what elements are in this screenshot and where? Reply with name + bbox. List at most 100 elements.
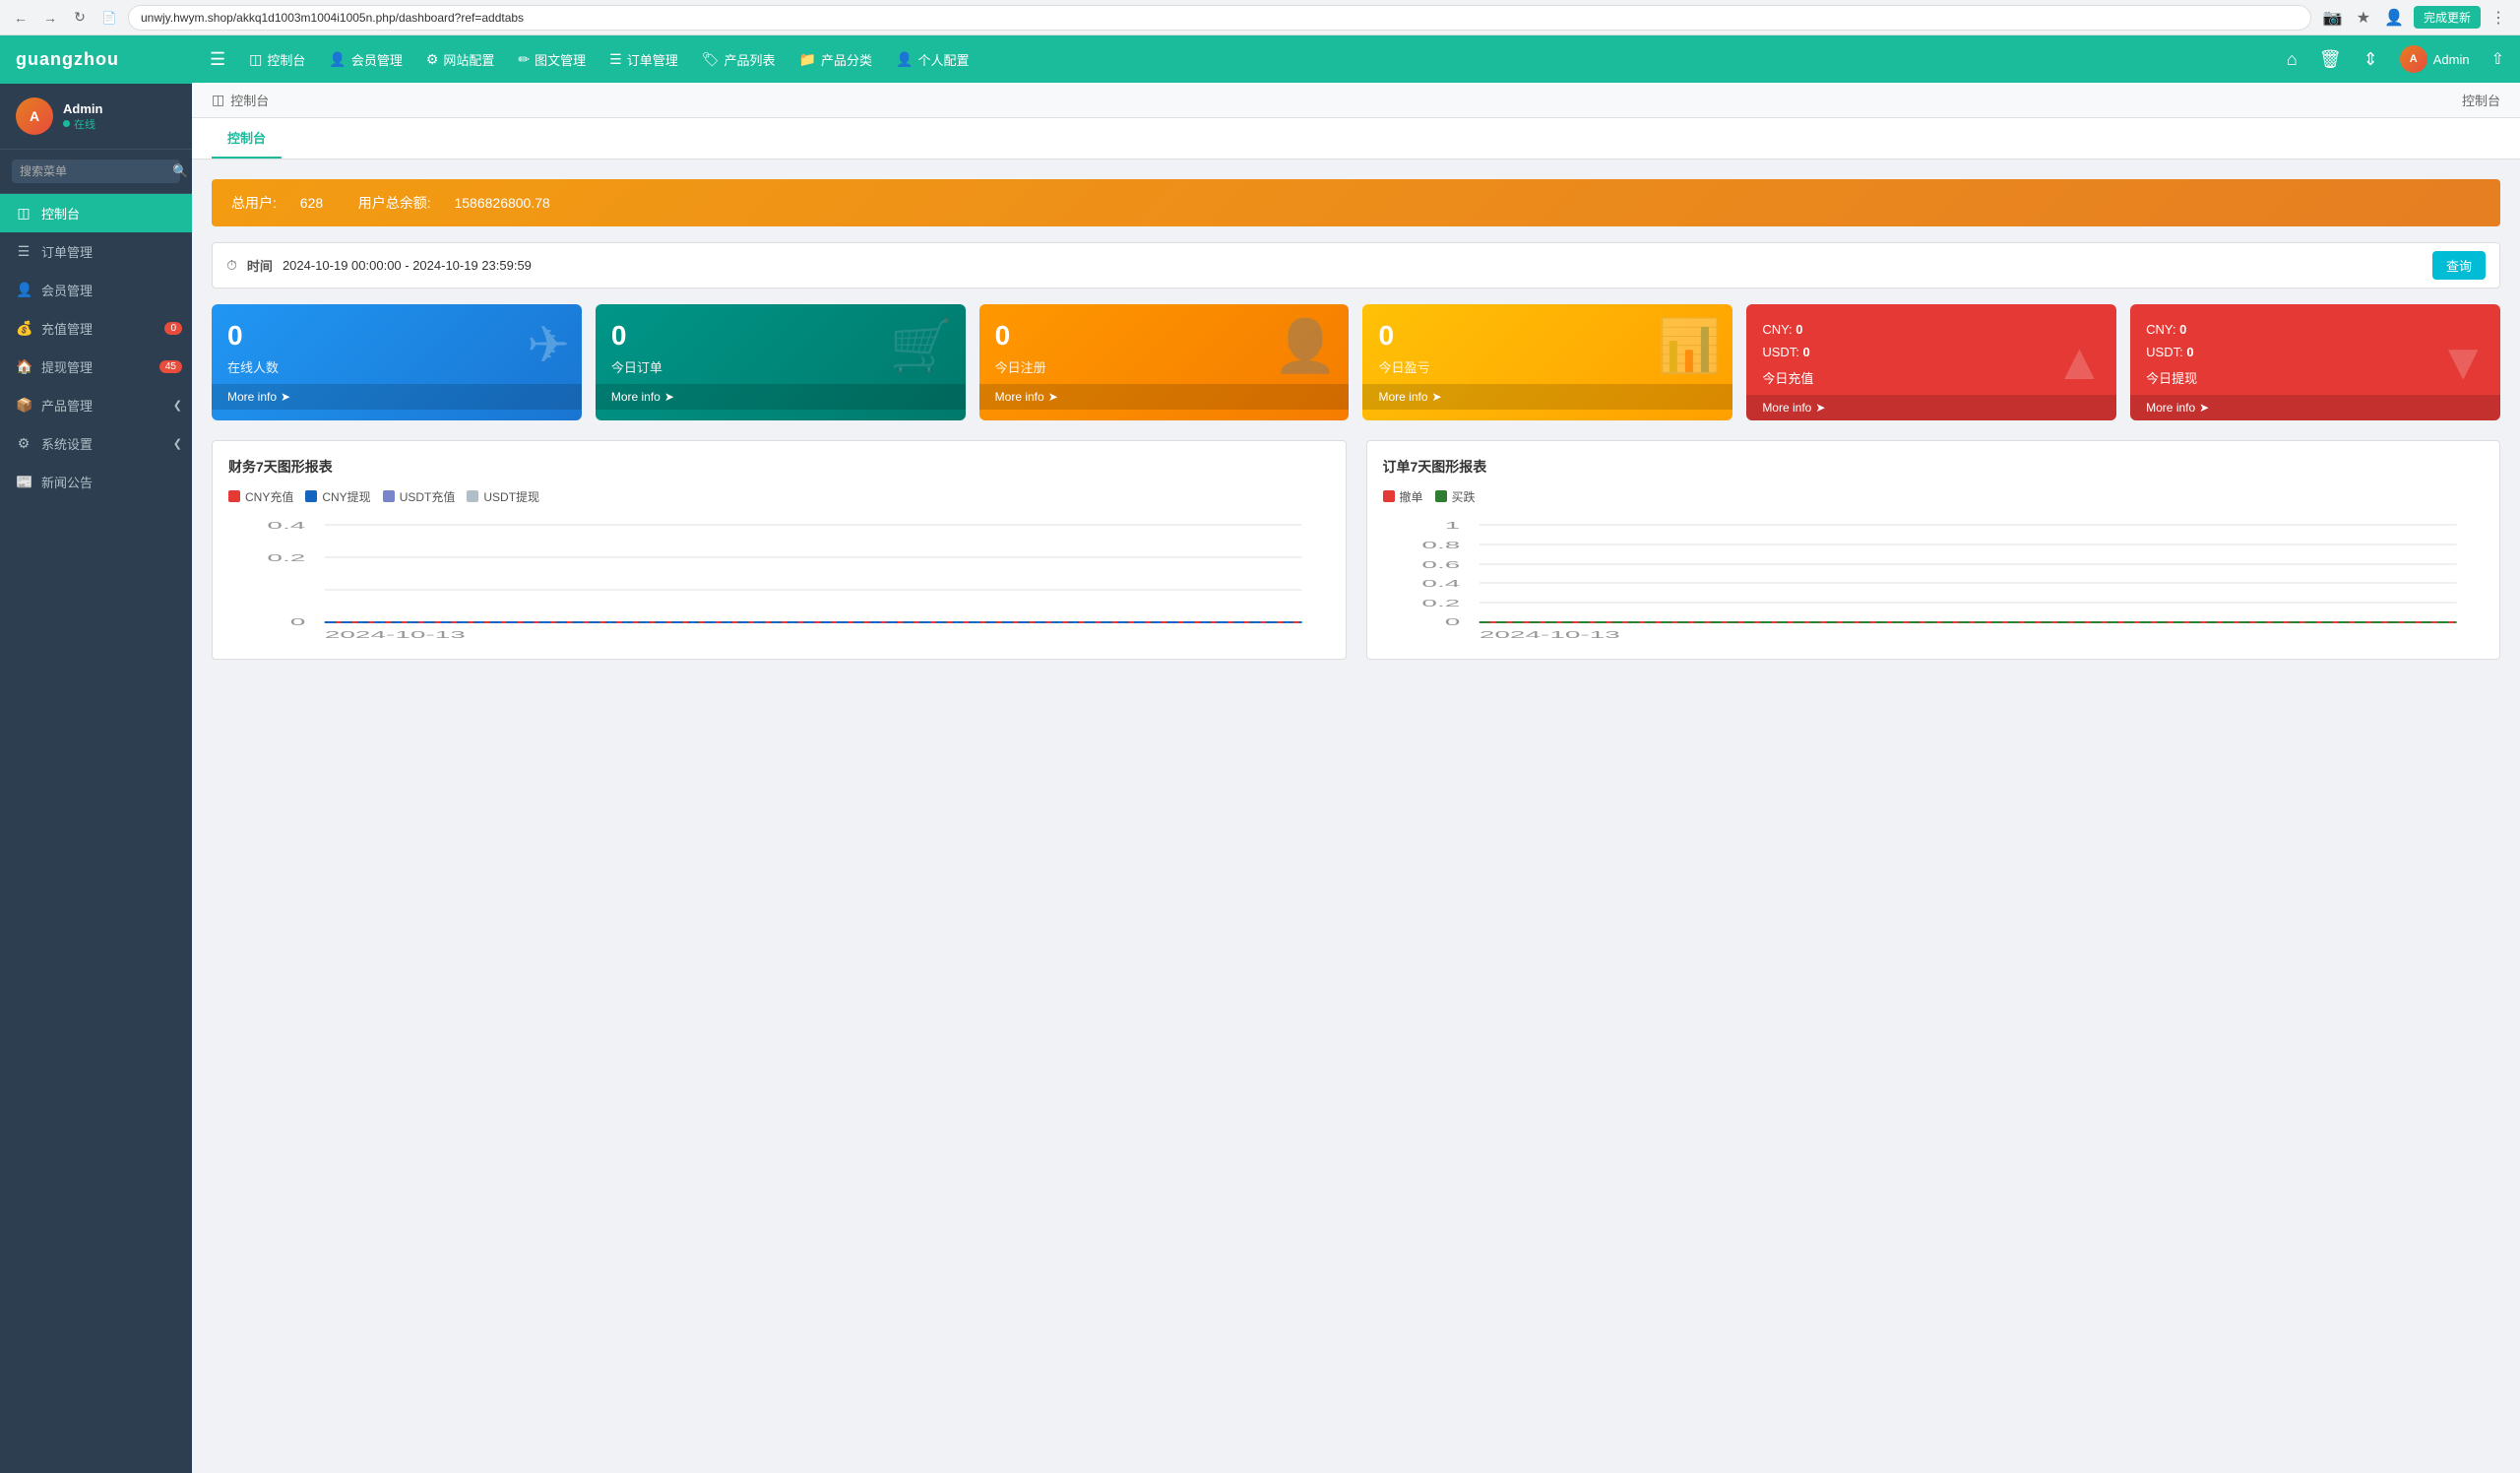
share-icon[interactable]: ⇧: [2484, 43, 2512, 75]
home-nav-icon[interactable]: ⌂: [2279, 43, 2305, 76]
sidebar-item-members[interactable]: 👤 会员管理: [0, 271, 192, 309]
recharge-usdt-label: USDT:: [1762, 345, 1802, 359]
top-nav: ☰ ◫ 控制台 👤 会员管理 ⚙ 网站配置 ✏ 图文管理 ☰ 订单管理: [192, 35, 2520, 83]
topnav-user[interactable]: A Admin: [2392, 41, 2478, 77]
recharge-icon: 💰: [16, 320, 32, 337]
cast-icon[interactable]: 📷: [2319, 6, 2347, 30]
reload-button[interactable]: ↻: [69, 7, 91, 29]
withdraw-badge: 45: [159, 360, 182, 373]
withdraw-cny-value: 0: [2179, 322, 2186, 337]
topnav-item-media[interactable]: ✏ 图文管理: [508, 44, 596, 75]
sidebar-item-news[interactable]: 📰 新闻公告: [0, 463, 192, 501]
topnav-item-orders[interactable]: ☰ 订单管理: [599, 44, 688, 75]
topnav-item-label: 个人配置: [917, 50, 969, 69]
topnav-item-site[interactable]: ⚙ 网站配置: [416, 44, 505, 75]
main-content: ◫ 控制台 控制台 控制台 总用户: 628 用户总余额: 1586826800…: [192, 83, 2520, 1473]
bookmark-icon[interactable]: ★: [2353, 6, 2374, 30]
online-count: 0: [227, 320, 566, 352]
home-button[interactable]: 📄: [98, 7, 120, 29]
breadcrumb-current: 控制台: [230, 91, 269, 109]
legend-label: USDT提现: [483, 488, 539, 505]
topnav-item-product-cat[interactable]: 📁 产品分类: [789, 44, 882, 75]
topnav-item-label: 订单管理: [627, 50, 678, 69]
topnav-item-label: 会员管理: [351, 50, 403, 69]
topnav-item-members[interactable]: 👤 会员管理: [319, 44, 411, 75]
recharge-more-info[interactable]: More info ➤: [1746, 395, 2116, 420]
topnav-item-label: 图文管理: [535, 50, 586, 69]
sidebar-item-label: 充值管理: [41, 319, 93, 338]
settings-icon: ⚙: [16, 435, 32, 452]
product-list-nav-icon: 🏷: [702, 51, 720, 68]
today-profit-more-info[interactable]: More info ➤: [1362, 384, 1732, 410]
topnav-item-label: 控制台: [267, 50, 305, 69]
today-orders-more-info[interactable]: More info ➤: [596, 384, 966, 410]
topnav-item-label: 网站配置: [443, 50, 494, 69]
arrow-right-icon2: ➤: [664, 390, 674, 404]
withdraw-more-info[interactable]: More info ➤: [2130, 395, 2500, 420]
orders-chart-legend: 撤单 买跌: [1383, 488, 2485, 505]
today-register-more-info[interactable]: More info ➤: [979, 384, 1350, 410]
online-more-info[interactable]: More info ➤: [212, 384, 582, 410]
svg-text:0: 0: [1444, 616, 1460, 627]
topnav-right: ⌂ 🗑 ⇕ A Admin ⇧: [2279, 41, 2512, 77]
clock-icon: ⏱: [226, 257, 237, 274]
legend-dot-green: [1435, 490, 1447, 502]
sidebar-item-withdraw[interactable]: 🏠 提现管理 45: [0, 348, 192, 386]
legend-label: 买跌: [1452, 488, 1476, 505]
url-bar[interactable]: [128, 5, 2311, 31]
breadcrumb-icon: ◫: [212, 92, 224, 108]
chart-icon: 📊: [1658, 316, 1722, 376]
topnav-item-label: 产品列表: [724, 50, 776, 69]
trash-nav-icon[interactable]: 🗑: [2311, 43, 2350, 76]
total-balance-label: 用户总余额:: [358, 195, 431, 211]
sidebar-item-recharge[interactable]: 💰 充值管理 0: [0, 309, 192, 348]
withdraw-usdt-label: USDT:: [2146, 345, 2186, 359]
topnav-user-name: Admin: [2433, 52, 2470, 67]
legend-dot-red2: [1383, 490, 1395, 502]
back-button[interactable]: ←: [10, 7, 32, 29]
tab-bar: 控制台: [192, 118, 2520, 160]
sidebar-item-label: 订单管理: [41, 242, 93, 261]
stat-card-today-withdraw: CNY: 0 USDT: 0 今日提现 ▼ More info ➤: [2130, 304, 2500, 420]
sidebar-item-settings[interactable]: ⚙ 系统设置 ❮: [0, 424, 192, 463]
sidebar-item-orders[interactable]: ☰ 订单管理: [0, 232, 192, 271]
withdraw-cny-label: CNY:: [2146, 322, 2179, 337]
breadcrumb-bar: ◫ 控制台 控制台: [192, 83, 2520, 118]
orders-icon: ☰: [16, 243, 32, 260]
legend-cancel: 撤单: [1383, 488, 1423, 505]
legend-label: CNY充值: [245, 488, 293, 505]
chevron-right-icon2: ❮: [173, 437, 182, 450]
dashboard-icon: ◫: [16, 205, 32, 222]
update-button[interactable]: 完成更新: [2414, 6, 2481, 29]
search-input[interactable]: [20, 164, 172, 178]
topnav-item-product-list[interactable]: 🏷 产品列表: [692, 44, 786, 75]
browser-bar: ← → ↻ 📄 📷 ★ 👤 完成更新 ⋮: [0, 0, 2520, 35]
user-status: 在线: [63, 116, 102, 132]
query-button[interactable]: 查询: [2432, 251, 2486, 280]
topnav-item-dashboard[interactable]: ◫ 控制台: [239, 44, 315, 75]
legend-usdt-withdraw: USDT提现: [467, 488, 539, 505]
legend-buy-down: 买跌: [1435, 488, 1476, 505]
forward-button[interactable]: →: [39, 7, 61, 29]
topnav-item-profile[interactable]: 👤 个人配置: [886, 44, 978, 75]
tab-dashboard[interactable]: 控制台: [212, 118, 282, 159]
sidebar-item-label: 控制台: [41, 204, 80, 223]
recharge-rows: CNY: 0 USDT: 0: [1762, 318, 2101, 364]
sidebar-item-label: 新闻公告: [41, 473, 93, 491]
expand-nav-icon[interactable]: ⇕: [2356, 43, 2386, 76]
user-name: Admin: [63, 101, 102, 116]
legend-label: USDT充值: [400, 488, 456, 505]
arrow-right-icon6: ➤: [2199, 401, 2209, 415]
sidebar-item-label: 系统设置: [41, 434, 93, 453]
profile-icon[interactable]: 👤: [2380, 6, 2408, 30]
finance-chart-legend: CNY充值 CNY提现 USDT充值: [228, 488, 1330, 505]
svg-text:2024-10-13: 2024-10-13: [1479, 629, 1619, 640]
sidebar: guangzhou A Admin 在线 🔍 ◫ 控制台: [0, 35, 192, 1473]
withdraw-title: 今日提现: [2146, 368, 2485, 387]
sidebar-item-products[interactable]: 📦 产品管理 ❮: [0, 386, 192, 424]
total-balance-value: 1586826800.78: [454, 195, 549, 211]
sidebar-item-dashboard[interactable]: ◫ 控制台: [0, 194, 192, 232]
legend-label: CNY提现: [322, 488, 370, 505]
menu-icon[interactable]: ⋮: [2487, 6, 2510, 30]
toggle-sidebar-button[interactable]: ☰: [200, 43, 235, 76]
